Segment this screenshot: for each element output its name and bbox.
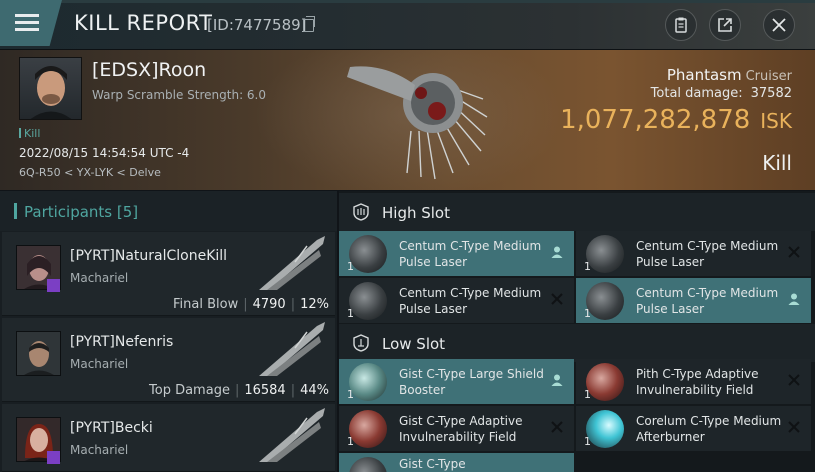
- kill-datetime: 2022/08/15 14:54:54 UTC -4: [19, 146, 190, 160]
- participant-row[interactable]: [PYRT]Becki Machariel: [2, 404, 335, 472]
- clipboard-button[interactable]: [665, 9, 697, 41]
- title-bar: KILL REPORT [ID:7477589]: [0, 0, 815, 50]
- module-item[interactable]: 1 Centum C-Type Medium Pulse Laser: [576, 278, 811, 323]
- participant-ship: Machariel: [70, 357, 129, 371]
- close-icon[interactable]: [550, 292, 564, 306]
- module-item[interactable]: Gist C-Type: [339, 453, 574, 472]
- report-id: [ID:7477589]: [207, 16, 307, 34]
- close-icon[interactable]: [787, 245, 801, 259]
- participant-name[interactable]: [PYRT]Nefenris: [70, 334, 173, 350]
- module-icon: [349, 457, 387, 472]
- portrait-image: [30, 66, 72, 119]
- alliance-badge: [47, 279, 60, 292]
- close-icon: [772, 18, 786, 32]
- copy-icon[interactable]: [303, 16, 315, 32]
- ship-thumbnail[interactable]: [255, 232, 329, 292]
- invulnerability-field-icon: [586, 363, 624, 401]
- shield-booster-icon: [349, 363, 387, 401]
- high-slot-icon: [353, 203, 369, 221]
- pulse-laser-icon: [349, 282, 387, 320]
- person-icon[interactable]: [550, 373, 564, 387]
- window-title: KILL REPORT: [74, 11, 213, 35]
- pulse-laser-icon: [586, 235, 624, 273]
- module-item[interactable]: 1 Pith C-Type Adaptive Invulnerability F…: [576, 359, 811, 404]
- participant-ship: Machariel: [70, 443, 129, 457]
- participants-count: [5]: [116, 203, 139, 221]
- participant-ship: Machariel: [70, 271, 129, 285]
- participant-stats: Top Damage | 16584 | 44%: [149, 383, 329, 398]
- kill-tag: Kill: [19, 127, 40, 140]
- close-icon[interactable]: [550, 420, 564, 434]
- participant-name[interactable]: [PYRT]NaturalCloneKill: [70, 248, 227, 264]
- invulnerability-field-icon: [349, 410, 387, 448]
- fitting-panel: High Slot 1 Centum C-Type Medium Pulse L…: [339, 191, 815, 472]
- afterburner-icon: [586, 410, 624, 448]
- participant-stats: Final Blow | 4790 | 12%: [173, 297, 329, 312]
- module-item[interactable]: 1 Gist C-Type Adaptive Invulnerability F…: [339, 406, 574, 451]
- participant-row[interactable]: [PYRT]Nefenris Machariel Top Damage | 1658…: [2, 318, 335, 402]
- hamburger-icon: [15, 14, 39, 17]
- person-icon[interactable]: [787, 292, 801, 306]
- result-label: Kill: [762, 151, 792, 175]
- ship-render[interactable]: [335, 55, 495, 185]
- menu-button[interactable]: [0, 0, 62, 46]
- participants-panel: Participants [5] [PYRT]NaturalCloneKill …: [0, 191, 337, 472]
- module-item[interactable]: 1 Corelum C-Type Medium Afterburner: [576, 406, 811, 451]
- clipboard-icon: [675, 17, 687, 33]
- external-link-icon: [718, 18, 732, 32]
- kill-location[interactable]: 6Q-R50 < YX-LYK < Delve: [19, 166, 161, 179]
- avatar[interactable]: [16, 331, 61, 376]
- victim-banner: [EDSX]Roon Warp Scramble Strength: 6.0 K…: [0, 50, 815, 190]
- pulse-laser-icon: [586, 282, 624, 320]
- pulse-laser-icon: [349, 235, 387, 273]
- module-item[interactable]: 1 Centum C-Type Medium Pulse Laser: [576, 231, 811, 276]
- share-button[interactable]: [709, 9, 741, 41]
- close-icon[interactable]: [787, 420, 801, 434]
- isk-value: 1,077,282,878 ISK: [560, 105, 792, 135]
- low-slot-header[interactable]: Low Slot: [339, 324, 815, 362]
- alliance-badge: [47, 451, 60, 464]
- high-slot-header[interactable]: High Slot: [339, 193, 815, 231]
- participant-row[interactable]: [PYRT]NaturalCloneKill Machariel Final B…: [2, 232, 335, 316]
- warp-scramble-strength: Warp Scramble Strength: 6.0: [92, 88, 267, 102]
- participants-header: Participants [5]: [0, 191, 337, 231]
- module-item[interactable]: 1 Centum C-Type Medium Pulse Laser: [339, 278, 574, 323]
- low-slot-icon: [353, 334, 369, 352]
- ship-thumbnail[interactable]: [255, 318, 329, 378]
- ship-name[interactable]: Phantasm Cruiser: [667, 66, 792, 84]
- module-item[interactable]: 1 Gist C-Type Large Shield Booster: [339, 359, 574, 404]
- victim-portrait[interactable]: [19, 57, 82, 120]
- close-icon[interactable]: [787, 373, 801, 387]
- close-button[interactable]: [763, 9, 795, 41]
- module-item[interactable]: 1 Centum C-Type Medium Pulse Laser: [339, 231, 574, 276]
- victim-name[interactable]: [EDSX]Roon: [92, 59, 206, 81]
- total-damage: Total damage: 37582: [650, 86, 792, 101]
- participant-name[interactable]: [PYRT]Becki: [70, 420, 153, 436]
- ship-thumbnail[interactable]: [255, 404, 329, 464]
- person-icon[interactable]: [550, 245, 564, 259]
